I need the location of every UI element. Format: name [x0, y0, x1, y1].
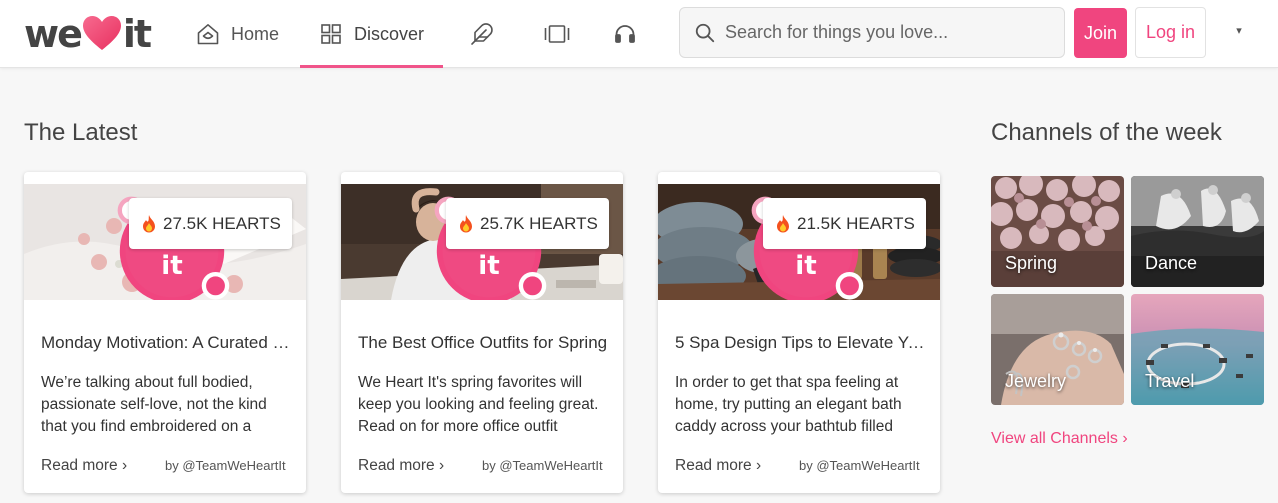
- hearts-count: 21.5K HEARTS: [797, 213, 915, 233]
- search-icon: [695, 23, 715, 42]
- article-card[interactable]: we it 21.5K HEARTS 5 Spa Design Tips to …: [658, 172, 940, 493]
- dropdown-caret-icon[interactable]: ▾: [1232, 24, 1246, 40]
- nav-home-label: Home: [231, 23, 280, 44]
- card-author[interactable]: by @TeamWeHeartIt: [799, 457, 924, 473]
- top-navbar: we it Home Discover Search for things yo…: [0, 0, 1278, 68]
- nav-articles[interactable]: [470, 0, 494, 68]
- card-description: We’re talking about full bodied, passion…: [41, 374, 267, 435]
- logo-left-text: we: [24, 12, 83, 56]
- logo-right-text: it: [122, 12, 152, 56]
- view-all-channels-link[interactable]: View all Channels ›: [991, 430, 1128, 448]
- card-image[interactable]: we it 27.5K HEARTS: [24, 184, 306, 300]
- headphones-icon: [615, 25, 635, 43]
- nav-home[interactable]: Home: [196, 0, 279, 68]
- channel-label: Travel: [1145, 371, 1195, 391]
- home-icon: [197, 24, 219, 45]
- card-title[interactable]: The Best Office Outfits for Spring: [358, 333, 608, 353]
- fire-icon: [460, 214, 472, 232]
- card-image[interactable]: we it 21.5K HEARTS: [658, 184, 940, 300]
- card-description: We Heart It's spring favorites will keep…: [358, 374, 599, 435]
- read-more-link[interactable]: Read more ›: [358, 457, 444, 475]
- hearts-count: 27.5K HEARTS: [163, 213, 281, 233]
- channel-jewelry[interactable]: Jewelry: [991, 294, 1124, 405]
- nav-discover-label: Discover: [353, 23, 424, 44]
- article-card[interactable]: we it 25.7K HEARTS The Best Office Outfi…: [341, 172, 623, 493]
- channels-section-title: Channels of the week: [991, 119, 1222, 146]
- nav-discover-tab[interactable]: Discover: [300, 0, 443, 68]
- hearts-count-badge: 21.5K HEARTS: [763, 198, 926, 249]
- card-image[interactable]: we it 25.7K HEARTS: [341, 184, 623, 300]
- cards-icon: [544, 25, 570, 43]
- fire-icon: [777, 214, 789, 232]
- hearts-count: 25.7K HEARTS: [480, 213, 598, 233]
- card-title[interactable]: Monday Motivation: A Curated Collection …: [41, 333, 291, 353]
- login-button[interactable]: Log in: [1135, 7, 1206, 58]
- join-button[interactable]: Join: [1074, 8, 1127, 58]
- channel-label: Spring: [1005, 253, 1058, 273]
- grid-icon: [321, 24, 341, 44]
- feather-icon: [471, 23, 493, 45]
- read-more-link[interactable]: Read more ›: [41, 457, 127, 475]
- card-description: In order to get that spa feeling at home…: [675, 374, 902, 435]
- logo-heart-icon: [82, 16, 121, 50]
- svg-text:it: it: [161, 251, 182, 281]
- fire-icon: [143, 214, 155, 232]
- channel-spring[interactable]: Spring: [991, 176, 1124, 287]
- svg-text:it: it: [478, 251, 499, 281]
- nav-audio[interactable]: [613, 0, 637, 68]
- search-bar: [679, 7, 1065, 58]
- logo[interactable]: we it: [24, 12, 152, 56]
- read-more-link[interactable]: Read more ›: [675, 457, 761, 475]
- card-author[interactable]: by @TeamWeHeartIt: [165, 457, 290, 473]
- hearts-count-badge: 25.7K HEARTS: [446, 198, 609, 249]
- channel-dance[interactable]: Dance: [1131, 176, 1264, 287]
- channel-label: Jewelry: [1005, 371, 1067, 391]
- svg-text:it: it: [795, 251, 816, 281]
- hearts-count-badge: 27.5K HEARTS: [129, 198, 292, 249]
- card-title[interactable]: 5 Spa Design Tips to Elevate Your Bathro…: [675, 333, 925, 353]
- article-card[interactable]: we it 27.5K HEARTS Monday Motivation: A …: [24, 172, 306, 493]
- card-author[interactable]: by @TeamWeHeartIt: [482, 457, 607, 473]
- search-input[interactable]: [725, 22, 1045, 43]
- channel-label: Dance: [1145, 253, 1198, 273]
- nav-cards[interactable]: [543, 0, 571, 68]
- channel-travel[interactable]: Travel: [1131, 294, 1264, 405]
- latest-section-title: The Latest: [24, 119, 138, 146]
